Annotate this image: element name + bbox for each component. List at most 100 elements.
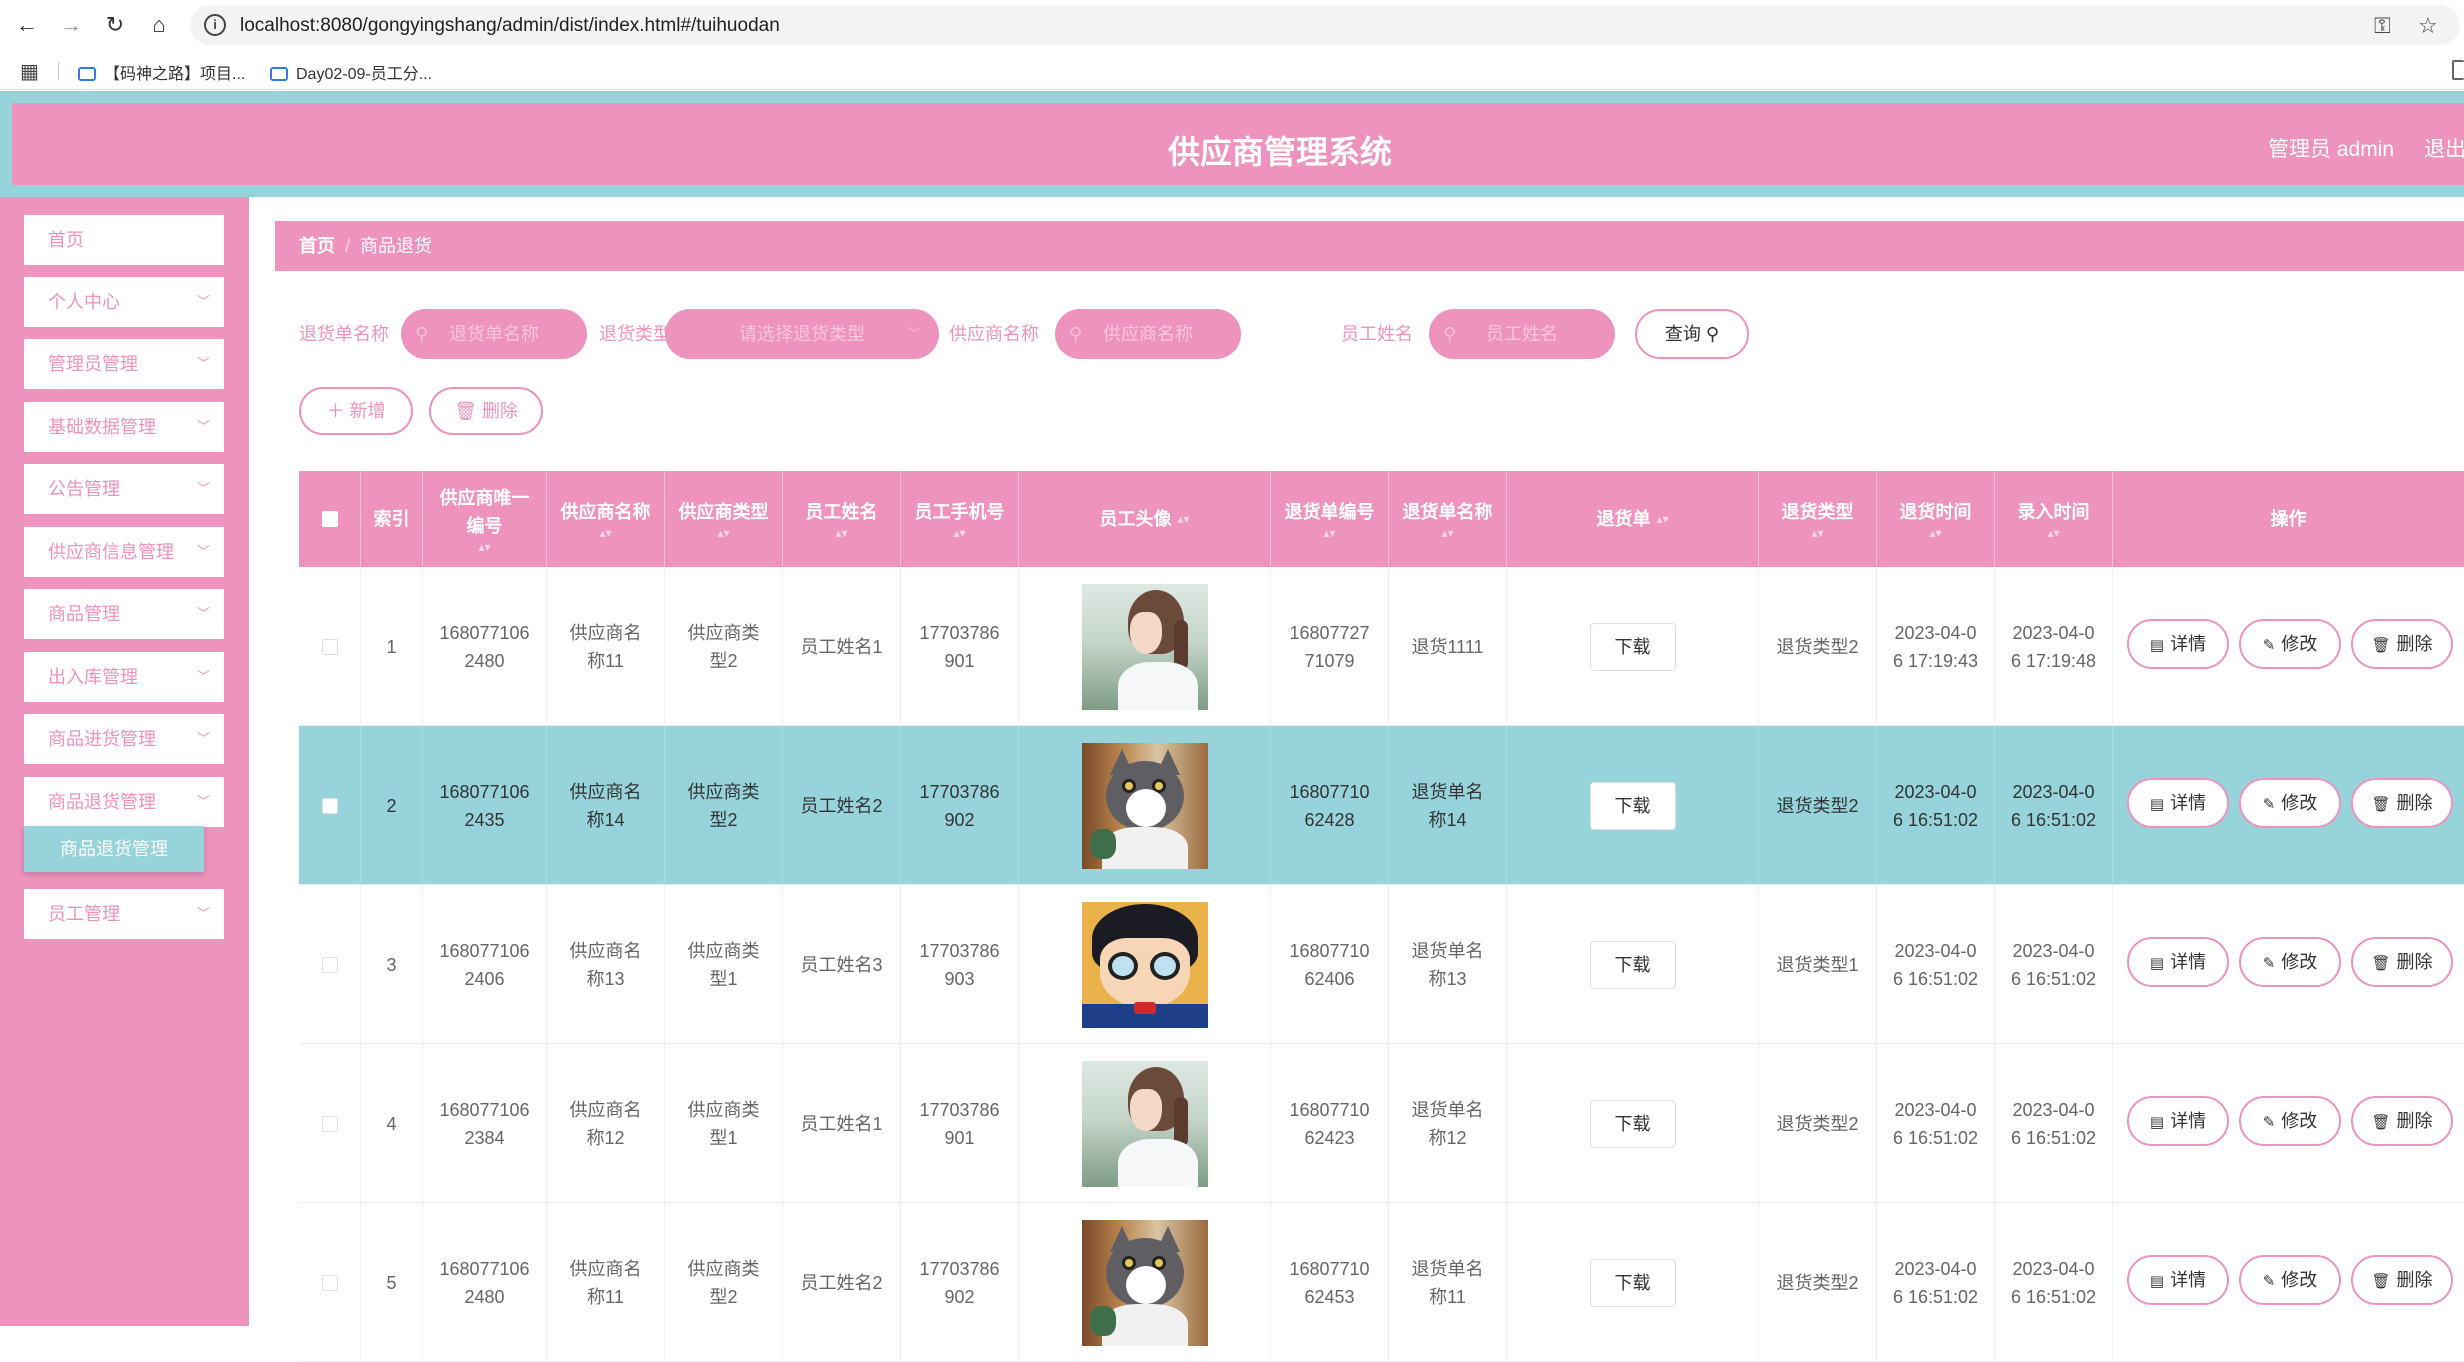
column-header-entry-time[interactable]: 录入时间 ▴▾ [1995,471,2113,567]
sort-icon[interactable]: ▴▾ [435,540,535,554]
table-row[interactable]: 3 1680771062406 供应商名称13 供应商类型1 员工姓名3 17703786… [299,885,2464,1044]
return-type-select[interactable]: 请选择退货类型 ﹀ [665,309,939,359]
table-row[interactable]: 2 1680771062435 供应商名称14 供应商类型2 员工姓名2 17703786… [299,726,2464,885]
bilibili-icon [270,67,288,81]
column-header-supplier-type[interactable]: 供应商类型 ▴▾ [665,471,783,567]
sidebar-item-profile[interactable]: 个人中心 ﹀ [24,277,224,327]
bookmark-item[interactable]: Day02-09-员工分... [270,60,432,84]
bookmark-item[interactable]: 【码神之路】项目... [78,60,245,84]
sort-icon[interactable]: ▴▾ [679,526,769,540]
row-checkbox[interactable] [321,956,338,973]
row-checkbox[interactable] [321,797,338,814]
breadcrumb-home[interactable]: 首页 [299,236,335,256]
sort-icon[interactable]: ▴▾ [915,526,1005,540]
forward-arrow-icon[interactable]: → [56,10,86,40]
column-header-supplier-name[interactable]: 供应商名称 ▴▾ [547,471,665,567]
download-button[interactable]: 下载 [1589,1258,1676,1307]
edit-button[interactable]: ✎ 修改 [2239,937,2341,987]
breadcrumb-separator: / [345,236,351,256]
sidebar-item-admin-management[interactable]: 管理员管理 ﹀ [24,339,224,389]
detail-button[interactable]: ▤ 详情 [2127,619,2229,669]
sort-icon[interactable]: ▴▾ [1403,526,1493,540]
table-row[interactable]: 1 1680771062480 供应商名称11 供应商类型2 员工姓名1 17703786… [299,567,2464,726]
home-icon[interactable]: ⌂ [144,10,174,40]
download-button[interactable]: 下载 [1589,781,1676,830]
all-bookmarks-icon[interactable] [2452,60,2464,80]
delete-button[interactable]: 🗑 删除 [2351,778,2453,828]
employee-avatar-image[interactable] [1081,1219,1208,1346]
employee-avatar-image[interactable] [1081,742,1208,869]
sidebar-item-inventory[interactable]: 出入库管理 ﹀ [24,652,224,702]
sort-icon[interactable]: ▴▾ [2018,526,2090,540]
column-header-return-name[interactable]: 退货单名称 ▴▾ [1389,471,1507,567]
employee-name-input[interactable]: ⚲ 员工姓名 [1429,309,1615,359]
return-name-input[interactable]: ⚲ 退货单名称 [401,309,587,359]
apps-grid-icon[interactable]: ▦ [20,59,39,84]
column-header-employee-phone[interactable]: 员工手机号 ▴▾ [901,471,1019,567]
sort-icon[interactable]: ▴▾ [1177,505,1189,533]
table-row[interactable]: 5 1680771062480 供应商名称11 供应商类型2 员工姓名2 17703786… [299,1203,2464,1362]
cell-select [299,1044,361,1203]
column-header-return-time[interactable]: 退货时间 ▴▾ [1877,471,1995,567]
cell-text: 供应商名称13 [569,940,642,989]
site-info-icon[interactable]: i [204,14,226,36]
sidebar-item-announcements[interactable]: 公告管理 ﹀ [24,464,224,514]
edit-button[interactable]: ✎ 修改 [2239,1255,2341,1305]
edit-button[interactable]: ✎ 修改 [2239,619,2341,669]
download-button[interactable]: 下载 [1589,1099,1676,1148]
employee-avatar-image[interactable] [1081,583,1208,710]
detail-button[interactable]: ▤ 详情 [2127,1255,2229,1305]
edit-button[interactable]: ✎ 修改 [2239,1096,2341,1146]
back-arrow-icon[interactable]: ← [12,10,42,40]
sort-icon[interactable]: ▴▾ [806,526,878,540]
select-all-checkbox[interactable] [321,511,338,527]
sort-icon[interactable]: ▴▾ [1656,505,1668,533]
sort-icon[interactable]: ▴▾ [1900,526,1972,540]
delete-button[interactable]: 🗑 删除 [2351,937,2453,987]
sidebar-item-base-data[interactable]: 基础数据管理 ﹀ [24,402,224,452]
column-header-avatar[interactable]: 员工头像 ▴▾ [1019,471,1271,567]
sort-icon[interactable]: ▴▾ [1285,526,1375,540]
sort-icon[interactable]: ▴▾ [561,526,651,540]
delete-button[interactable]: 🗑 删除 [2351,1096,2453,1146]
sidebar-item-supplier-info[interactable]: 供应商信息管理 ﹀ [24,527,224,577]
avatar-shape [1089,1305,1116,1336]
batch-delete-button[interactable]: 🗑 删除 [429,387,543,435]
url-text[interactable]: localhost:8080/gongyingshang/admin/dist/… [240,15,780,37]
sidebar-item-employees[interactable]: 员工管理 ﹀ [24,889,224,939]
delete-button[interactable]: 🗑 删除 [2351,619,2453,669]
download-button[interactable]: 下载 [1589,622,1676,671]
bookmark-star-icon[interactable]: ☆ [2418,13,2438,39]
column-header-return-type[interactable]: 退货类型 ▴▾ [1759,471,1877,567]
column-header-supplier-no[interactable]: 供应商唯一编号 ▴▾ [423,471,547,567]
edit-button[interactable]: ✎ 修改 [2239,778,2341,828]
detail-button[interactable]: ▤ 详情 [2127,937,2229,987]
table-row[interactable]: 4 1680771062384 供应商名称12 供应商类型1 员工姓名1 17703786… [299,1044,2464,1203]
column-header-return-file[interactable]: 退货单 ▴▾ [1507,471,1759,567]
reload-icon[interactable]: ↻ [100,10,130,40]
logout-link[interactable]: 退出 [2424,133,2464,163]
row-checkbox[interactable] [321,1115,338,1132]
employee-avatar-image[interactable] [1081,901,1208,1028]
cell-text: 1680771062435 [439,781,530,830]
sidebar-item-home[interactable]: 首页 [24,215,224,265]
supplier-name-input[interactable]: ⚲ 供应商名称 [1055,309,1241,359]
sidebar-subitem-returns-management[interactable]: 商品退货管理 [24,826,204,872]
address-bar[interactable]: i localhost:8080/gongyingshang/admin/dis… [190,5,2460,45]
query-button[interactable]: 查询 ⚲ [1635,309,1749,359]
sidebar-item-returns[interactable]: 商品退货管理 ﹀ [24,777,224,827]
column-header-employee-name[interactable]: 员工姓名 ▴▾ [783,471,901,567]
row-checkbox[interactable] [321,1274,338,1291]
sort-icon[interactable]: ▴▾ [1782,526,1854,540]
column-header-return-no[interactable]: 退货单编号 ▴▾ [1271,471,1389,567]
download-button[interactable]: 下载 [1589,940,1676,989]
delete-button[interactable]: 🗑 删除 [2351,1255,2453,1305]
password-key-icon[interactable]: ⚿ [2374,13,2391,39]
detail-button[interactable]: ▤ 详情 [2127,778,2229,828]
sidebar-item-purchases[interactable]: 商品进货管理 ﹀ [24,714,224,764]
sidebar-item-products[interactable]: 商品管理 ﹀ [24,589,224,639]
detail-button[interactable]: ▤ 详情 [2127,1096,2229,1146]
employee-avatar-image[interactable] [1081,1060,1208,1187]
row-checkbox[interactable] [321,638,338,655]
add-button[interactable]: ＋ 新增 [299,387,413,435]
